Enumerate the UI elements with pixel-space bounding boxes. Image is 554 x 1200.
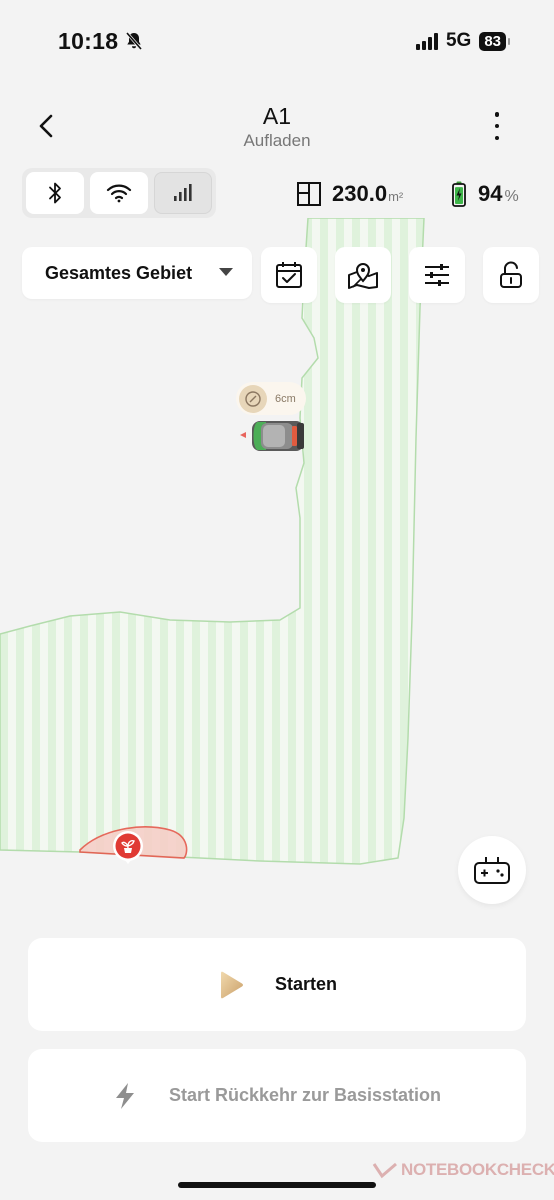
page-title: A1 (262, 103, 292, 129)
remote-control-button[interactable] (458, 836, 526, 904)
lawn-area (0, 218, 425, 865)
battery-charging-icon (452, 181, 466, 207)
signal-icon (415, 32, 438, 50)
mowing-area: 230.0m² (296, 181, 403, 207)
zone-select-label: Gesamtes Gebiet (45, 262, 193, 283)
wifi-icon (106, 184, 132, 203)
play-icon (220, 971, 243, 998)
dropdown-caret-icon (219, 268, 233, 276)
return-to-base-button[interactable]: Start Rückkehr zur Basisstation (28, 1049, 526, 1142)
mower-battery: 94% (452, 181, 519, 207)
lock-open-icon (500, 261, 522, 288)
area-value: 230.0 (332, 181, 388, 206)
home-indicator[interactable] (178, 1182, 376, 1188)
zone-select[interactable]: Gesamtes Gebiet (22, 247, 252, 299)
battery-value: 94 (478, 181, 503, 206)
lock-button[interactable] (483, 247, 539, 303)
status-time: 10:18 (58, 28, 119, 54)
watermark-text: NOTEBOOKCHECK (401, 1160, 554, 1179)
network-type: 5G (445, 30, 472, 51)
schedule-button[interactable] (261, 247, 317, 303)
cut-height-chip[interactable]: 6cm (236, 382, 306, 415)
cut-height-value: 6cm (275, 392, 296, 405)
battery-unit: % (504, 188, 519, 205)
gamepad-icon (474, 857, 510, 884)
lawn-map[interactable] (0, 218, 554, 868)
map-button[interactable] (335, 247, 391, 303)
start-button[interactable]: Starten (28, 938, 526, 1031)
area-unit: m² (388, 189, 404, 204)
watermark: NOTEBOOKCHECK (372, 1160, 554, 1180)
wifi-button[interactable] (90, 172, 148, 214)
more-vertical-icon[interactable] (488, 112, 506, 140)
cellular-icon (174, 184, 192, 201)
cellular-button[interactable] (154, 172, 212, 214)
return-to-base-label: Start Rückkehr zur Basisstation (168, 1085, 442, 1105)
cut-height-icon (239, 384, 267, 413)
connection-switcher (22, 168, 216, 218)
settings-sliders-icon (425, 264, 449, 286)
battery-icon: 83 (479, 31, 510, 51)
bell-muted-icon (125, 32, 143, 50)
start-label: Starten (274, 974, 337, 994)
settings-button[interactable] (409, 247, 465, 303)
area-icon (297, 182, 321, 206)
map-pin-icon (348, 263, 378, 289)
schedule-calendar-icon (276, 262, 302, 288)
mower-icon[interactable] (240, 421, 304, 451)
bluetooth-button[interactable] (26, 172, 84, 214)
plant-obstacle-icon[interactable] (113, 831, 143, 864)
page-subtitle: Aufladen (243, 131, 311, 150)
notebookcheck-logo-icon (372, 1162, 397, 1179)
status-indicators: 5G 83 (415, 30, 510, 52)
bluetooth-icon (49, 182, 61, 204)
lightning-icon (115, 1082, 134, 1109)
